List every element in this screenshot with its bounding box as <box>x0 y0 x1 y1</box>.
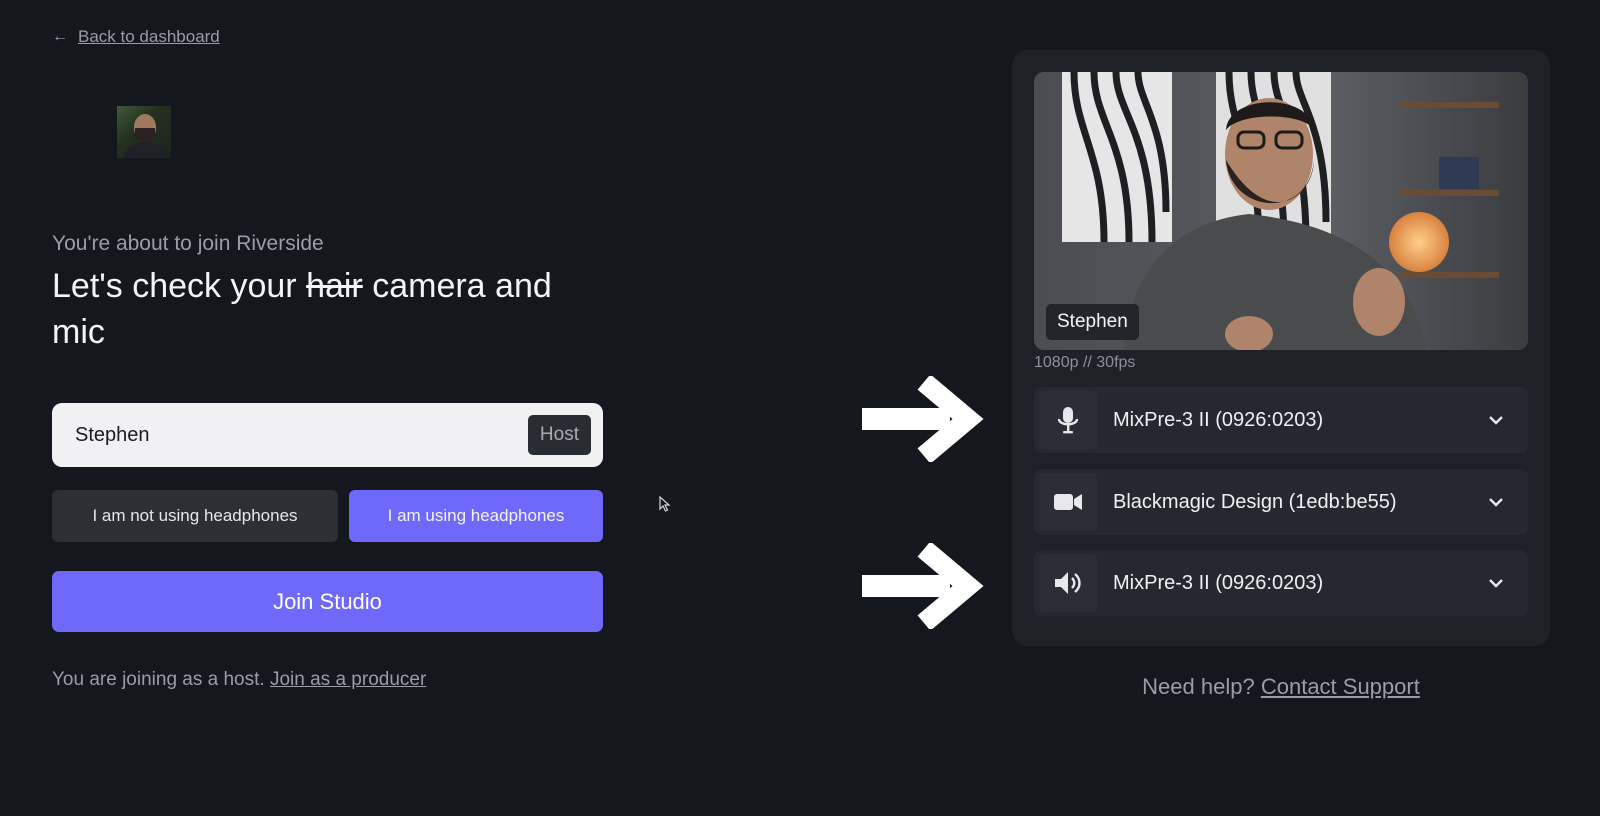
help-text: Need help? Contact Support <box>1142 674 1420 699</box>
speaker-device-name: MixPre-3 II (0926:0203) <box>1113 571 1324 594</box>
back-to-dashboard-label: Back to dashboard <box>78 27 220 46</box>
camera-preview: Stephen <box>1034 72 1528 350</box>
speaker-select[interactable]: MixPre-3 II (0926:0203) <box>1034 550 1528 616</box>
page-title: Let's check your hair camera and mic <box>52 267 552 351</box>
name-input[interactable] <box>75 423 528 447</box>
annotation-arrow-icon <box>862 376 984 462</box>
microphone-device-name: MixPre-3 II (0926:0203) <box>1113 408 1324 431</box>
join-studio-button[interactable]: Join Studio <box>52 571 603 632</box>
microphone-icon <box>1039 391 1097 449</box>
user-avatar <box>117 106 171 158</box>
chevron-down-icon <box>1489 579 1503 588</box>
joining-role-text: You are joining as a host. Join as a pro… <box>52 669 427 690</box>
back-to-dashboard-link[interactable]: ← Back to dashboard <box>52 27 220 47</box>
chevron-down-icon <box>1489 416 1503 425</box>
contact-support-link[interactable]: Contact Support <box>1261 674 1420 699</box>
microphone-select[interactable]: MixPre-3 II (0926:0203) <box>1034 387 1528 453</box>
using-headphones-button[interactable]: I am using headphones <box>349 490 603 542</box>
host-role-badge: Host <box>527 415 591 455</box>
annotation-arrow-icon <box>862 543 984 629</box>
join-subtitle: You're about to join Riverside <box>52 232 324 255</box>
struck-word: hair <box>306 267 363 305</box>
name-field-container: Host <box>52 403 603 467</box>
camera-select[interactable]: Blackmagic Design (1edb:be55) <box>1034 469 1528 535</box>
video-resolution-label: 1080p // 30fps <box>1034 354 1136 371</box>
device-check-panel: Stephen 1080p // 30fps MixPre-3 II (0926… <box>1012 50 1550 646</box>
speaker-icon <box>1039 554 1097 612</box>
join-as-producer-link[interactable]: Join as a producer <box>270 669 426 690</box>
camera-device-name: Blackmagic Design (1edb:be55) <box>1113 490 1397 513</box>
mouse-cursor-icon <box>659 496 671 512</box>
participant-name-tag: Stephen <box>1046 304 1139 340</box>
chevron-down-icon <box>1489 498 1503 507</box>
arrow-left-icon: ← <box>52 28 68 45</box>
not-using-headphones-button[interactable]: I am not using headphones <box>52 490 338 542</box>
video-camera-icon <box>1039 473 1097 531</box>
